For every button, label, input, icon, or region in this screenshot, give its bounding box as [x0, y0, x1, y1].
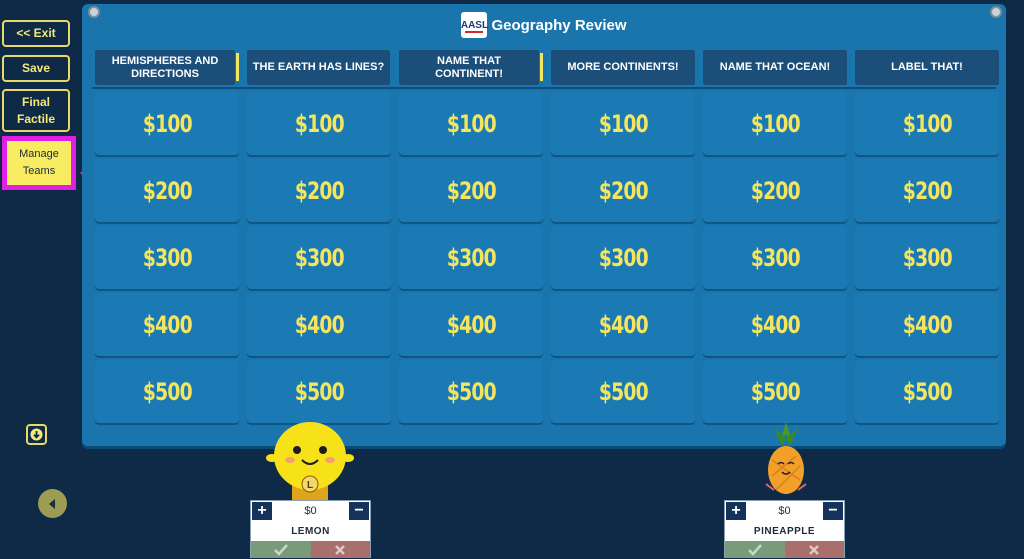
check-icon [273, 543, 288, 556]
clue-tile[interactable]: $300 [855, 226, 999, 289]
add-points-button[interactable]: + [252, 502, 272, 520]
clue-tile[interactable]: $100 [247, 92, 391, 155]
caret-left-icon [48, 498, 55, 509]
team-name: PINEAPPLE [753, 525, 816, 537]
clue-tile[interactable]: $400 [551, 293, 695, 356]
manage-teams-label: Manage Teams [19, 148, 59, 177]
clue-tile[interactable]: $300 [399, 226, 543, 289]
subtract-points-button[interactable]: − [823, 502, 843, 520]
clue-tile[interactable]: $500 [703, 360, 847, 423]
lemon-mascot-icon: L [266, 422, 354, 502]
clue-tile[interactable]: $300 [247, 226, 391, 289]
category-divider [236, 53, 239, 81]
team-score: $0 [778, 505, 791, 517]
board-header: AASL Geography Review [82, 4, 1006, 46]
arrow-down-icon [30, 428, 43, 441]
clue-tile[interactable]: $300 [95, 226, 239, 289]
team-card-lemon: + $0 − LEMON [250, 500, 371, 558]
clue-tile[interactable]: $200 [551, 159, 695, 222]
clue-tile[interactable]: $500 [551, 360, 695, 423]
incorrect-button[interactable] [310, 541, 370, 558]
clue-tile[interactable]: $100 [703, 92, 847, 155]
clue-tile[interactable]: $100 [399, 92, 543, 155]
board-title: Geography Review [491, 16, 627, 34]
game-board: AASL Geography Review HEMISPHERES AND DI… [82, 4, 1006, 446]
clue-tile[interactable]: $200 [399, 159, 543, 222]
clue-tile[interactable]: $200 [703, 159, 847, 222]
clue-tile[interactable]: $500 [855, 360, 999, 423]
category-header: NAME THAT CONTINENT! [399, 50, 539, 85]
save-button[interactable]: Save [2, 55, 70, 82]
incorrect-button[interactable] [784, 541, 844, 558]
clue-tile[interactable]: $100 [855, 92, 999, 155]
category-header: LABEL THAT! [855, 50, 999, 85]
clue-tile[interactable]: $400 [399, 293, 543, 356]
clue-tile[interactable]: $400 [855, 293, 999, 356]
exit-button[interactable]: << Exit [2, 20, 70, 47]
team-card-pineapple: + $0 − PINEAPPLE [724, 500, 845, 558]
category-header: HEMISPHERES AND DIRECTIONS [95, 50, 235, 85]
close-icon [809, 544, 820, 555]
clue-tile[interactable]: $200 [247, 159, 391, 222]
clue-tile[interactable]: $500 [399, 360, 543, 423]
lemon-mascot-badge: L [307, 480, 313, 491]
check-icon [747, 543, 762, 556]
final-factile-label: Final Factile [16, 94, 55, 126]
correct-button[interactable] [251, 541, 311, 558]
category-divider [540, 53, 543, 81]
clue-tile[interactable]: $500 [95, 360, 239, 423]
clue-tile[interactable]: $100 [551, 92, 695, 155]
clue-tile[interactable]: $500 [247, 360, 391, 423]
add-points-button[interactable]: + [726, 502, 746, 520]
correct-button[interactable] [725, 541, 785, 558]
clue-tile[interactable]: $300 [551, 226, 695, 289]
pineapple-mascot-icon [765, 422, 807, 494]
team-score: $0 [304, 505, 317, 517]
close-icon [335, 544, 346, 555]
clue-tile[interactable]: $400 [703, 293, 847, 356]
clue-tile[interactable]: $200 [855, 159, 999, 222]
clue-tile[interactable]: $100 [95, 92, 239, 155]
back-button[interactable] [38, 489, 67, 518]
header-divider [92, 87, 996, 89]
category-header: THE EARTH HAS LINES? [247, 50, 390, 85]
clue-tile[interactable]: $400 [247, 293, 391, 356]
scroll-down-button[interactable] [26, 424, 47, 445]
manage-teams-button[interactable]: Manage Teams [2, 136, 76, 190]
logo-icon: AASL [461, 12, 488, 38]
subtract-points-button[interactable]: − [349, 502, 369, 520]
clue-tile[interactable]: $200 [95, 159, 239, 222]
team-name: LEMON [291, 525, 330, 537]
clue-tile[interactable]: $300 [703, 226, 847, 289]
category-header: MORE CONTINENTS! [551, 50, 695, 85]
category-header: NAME THAT OCEAN! [703, 50, 847, 85]
final-factile-button[interactable]: Final Factile [2, 89, 70, 132]
clue-tile[interactable]: $400 [95, 293, 239, 356]
